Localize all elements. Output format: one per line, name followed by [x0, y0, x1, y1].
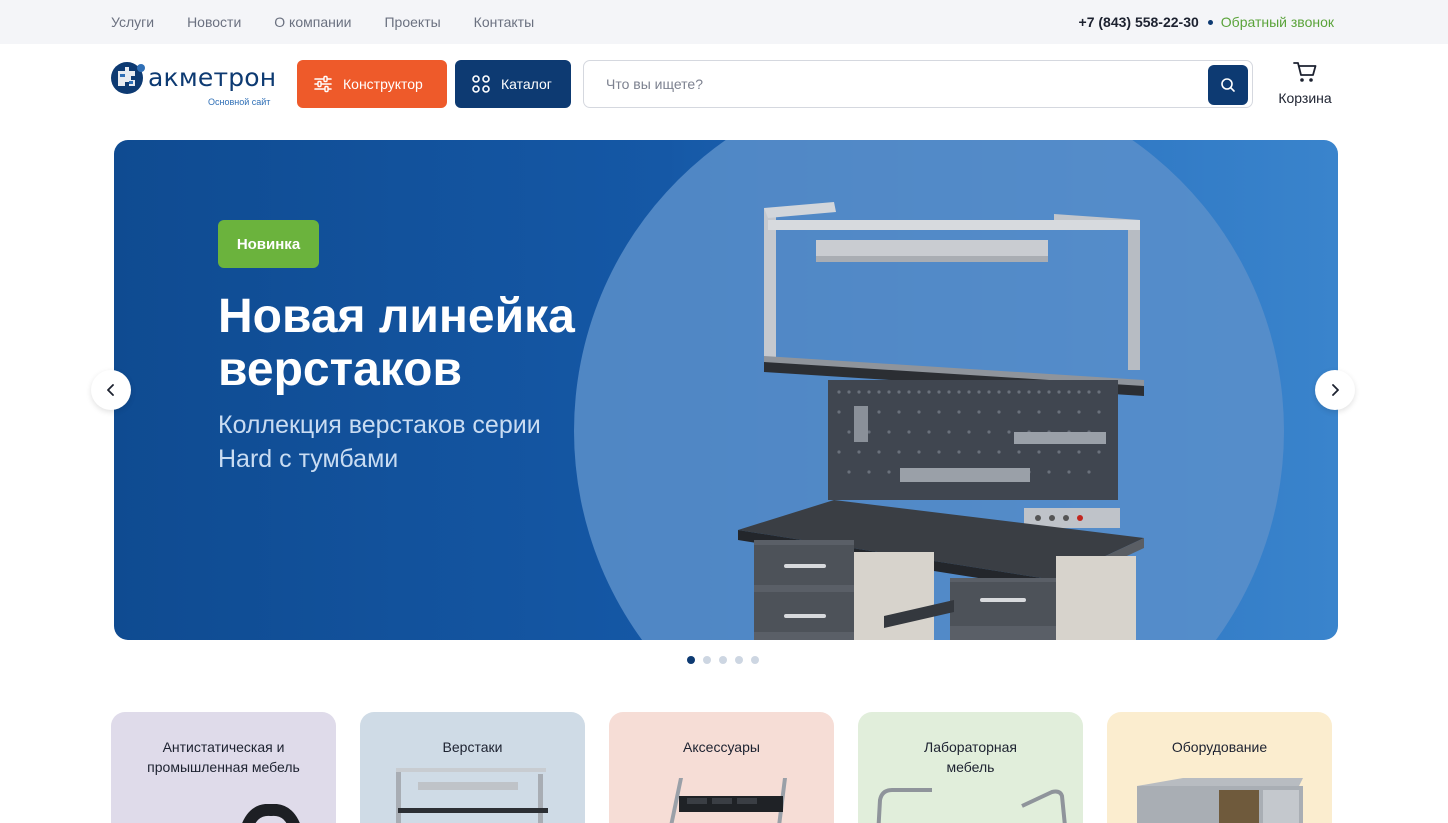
bin-rack-image — [669, 778, 787, 823]
top-nav-services[interactable]: Услуги — [111, 13, 154, 31]
grid-icon — [472, 75, 490, 93]
top-nav-contacts[interactable]: Контакты — [474, 13, 534, 31]
category-label: Аксессуары — [683, 739, 760, 755]
slider-next-button[interactable] — [1315, 370, 1355, 410]
slider-dot-5[interactable] — [751, 656, 759, 664]
top-contacts: +7 (843) 558-22-30 Обратный звонок — [1079, 13, 1334, 31]
hero-subtitle: Коллекция верстаков серии Hard с тумбами — [218, 411, 541, 473]
catalog-label: Каталог — [501, 76, 552, 92]
slider-dot-3[interactable] — [719, 656, 727, 664]
slider-prev-button[interactable] — [91, 370, 131, 410]
category-cards: Антистатическая и промышленная мебель Ве… — [111, 712, 1332, 823]
chevron-right-icon — [1332, 384, 1339, 396]
category-label: Верстаки — [442, 739, 503, 755]
sliders-icon — [314, 75, 332, 93]
callback-link[interactable]: Обратный звонок — [1221, 13, 1334, 31]
category-card-lab-furniture[interactable]: Лабораторная мебель — [858, 712, 1083, 823]
new-badge: Новинка — [218, 220, 319, 268]
hero-banner[interactable]: Новинка Новая линейка верстаков Коллекци… — [114, 140, 1338, 640]
site-logo[interactable]: акметрон Основной сайт — [110, 59, 277, 111]
search-button[interactable] — [1208, 65, 1248, 105]
hero-title: Новая линейка верстаков — [218, 290, 575, 396]
category-card-antistatic[interactable]: Антистатическая и промышленная мебель — [111, 712, 336, 823]
workbench-thumb-image — [396, 768, 548, 823]
category-label: Антистатическая и промышленная мебель — [147, 739, 300, 775]
category-card-accessories[interactable]: Аксессуары — [609, 712, 834, 823]
chair-image — [242, 804, 300, 823]
logo-subtitle: Основной сайт — [208, 97, 271, 107]
constructor-button[interactable]: Конструктор — [297, 60, 447, 108]
cart-button[interactable]: Корзина — [1272, 60, 1338, 110]
separator-dot — [1207, 19, 1213, 25]
logo-text: акметрон — [148, 63, 277, 92]
slider-pagination — [687, 656, 759, 664]
workbench-image — [738, 202, 1144, 640]
slider-dot-1[interactable] — [687, 656, 695, 664]
category-card-equipment[interactable]: Оборудование — [1107, 712, 1332, 823]
top-bar: Услуги Новости О компании Проекты Контак… — [0, 0, 1448, 44]
logo-mark-icon — [111, 62, 145, 94]
search-icon — [1221, 78, 1235, 92]
search-input[interactable] — [606, 73, 1186, 95]
slider-dot-2[interactable] — [703, 656, 711, 664]
top-nav-about[interactable]: О компании — [274, 13, 351, 31]
cabinet-image — [1137, 778, 1303, 823]
top-nav-news[interactable]: Новости — [187, 13, 241, 31]
category-card-workbenches[interactable]: Верстаки — [360, 712, 585, 823]
chevron-left-icon — [107, 384, 114, 396]
cart-label: Корзина — [1278, 90, 1332, 106]
lab-table-image — [876, 788, 1067, 823]
search-box — [583, 60, 1253, 108]
category-label: Оборудование — [1171, 739, 1268, 755]
constructor-label: Конструктор — [343, 76, 423, 92]
catalog-button[interactable]: Каталог — [455, 60, 571, 108]
top-nav-projects[interactable]: Проекты — [384, 13, 440, 31]
slider-dot-4[interactable] — [735, 656, 743, 664]
cart-icon — [1293, 62, 1317, 82]
phone-link[interactable]: +7 (843) 558-22-30 — [1079, 13, 1199, 31]
top-nav: Услуги Новости О компании Проекты Контак… — [111, 13, 567, 31]
category-label: Лабораторная мебель — [924, 739, 1017, 775]
